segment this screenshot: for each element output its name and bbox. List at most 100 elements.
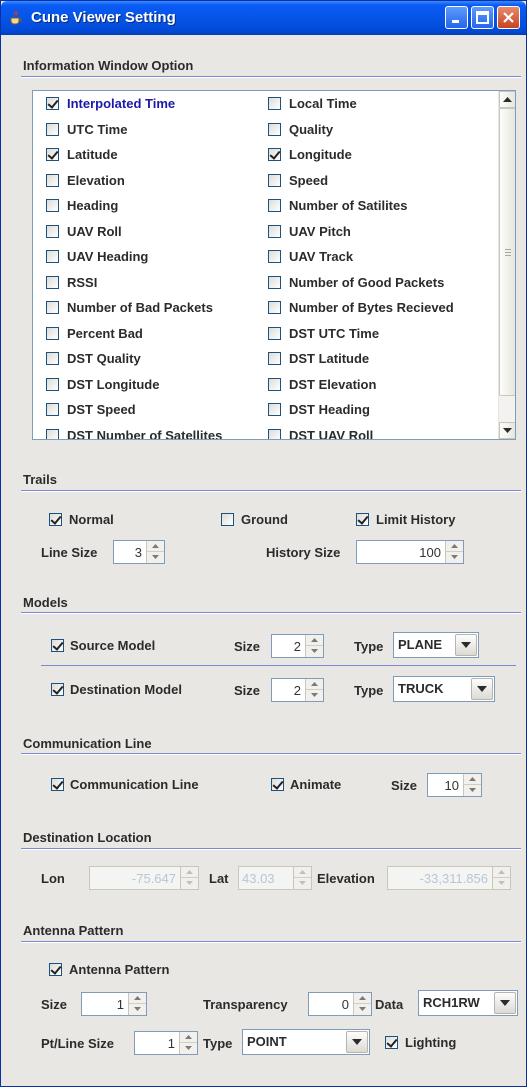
spinner-up-button[interactable] — [354, 993, 371, 1004]
pt-line-size-spinner[interactable]: 1 — [134, 1031, 198, 1055]
spinner-down-button[interactable] — [147, 552, 164, 563]
information-options-list[interactable]: Interpolated Time Local Time UTC Time Quali… — [32, 90, 516, 440]
close-button[interactable] — [497, 6, 520, 29]
spinner-down-button[interactable] — [306, 690, 323, 701]
spinner-up-button[interactable] — [180, 1032, 197, 1043]
checkbox-box — [268, 301, 281, 314]
dropdown-button[interactable] — [471, 678, 493, 700]
source-size-spinner[interactable]: 2 — [271, 634, 324, 658]
arrow-down-icon — [311, 649, 318, 653]
maximize-icon — [476, 11, 489, 24]
spinner-arrows[interactable] — [445, 541, 463, 563]
lon-spinner[interactable]: -75.647 — [89, 866, 199, 890]
checkbox-box — [268, 97, 281, 110]
spinner-arrows[interactable] — [179, 1032, 197, 1054]
spinner-down-button[interactable] — [446, 552, 463, 563]
spinner-down-button[interactable] — [493, 878, 510, 889]
spinner-arrows[interactable] — [305, 679, 323, 701]
spinner-up-button[interactable] — [306, 635, 323, 646]
option-label: DST Heading — [289, 402, 370, 417]
checkbox-box — [46, 199, 59, 212]
option-label: Heading — [67, 198, 119, 213]
lat-spinner[interactable]: 43.03 — [238, 866, 312, 890]
option-label: DST UAV Roll — [289, 427, 374, 440]
antenna-pattern-label: Antenna Pattern — [69, 962, 170, 977]
section-divider — [21, 848, 521, 850]
section-divider — [21, 753, 521, 755]
checkbox-box — [46, 352, 59, 365]
arrow-down-icon — [185, 1046, 192, 1050]
spinner-up-button[interactable] — [306, 679, 323, 690]
spinner-arrows[interactable] — [293, 867, 311, 889]
spinner-arrows[interactable] — [463, 774, 481, 796]
line-size-spinner[interactable]: 3 — [113, 540, 165, 564]
maximize-button[interactable] — [471, 6, 494, 29]
history-size-label: History Size — [266, 545, 341, 560]
communication-size-spinner[interactable]: 10 — [427, 773, 482, 797]
scroll-up-button[interactable] — [499, 91, 515, 108]
arrow-up-icon — [185, 1035, 192, 1039]
antenna-type-dropdown[interactable]: POINT — [242, 1029, 370, 1055]
minimize-button[interactable] — [445, 6, 468, 29]
spinner-down-button[interactable] — [294, 878, 311, 889]
checkbox-box — [385, 1036, 398, 1049]
scroll-down-button[interactable] — [499, 422, 515, 439]
checkbox-box — [46, 122, 59, 136]
dropdown-button[interactable] — [346, 1031, 368, 1053]
elevation-spinner[interactable]: -33,311.856 — [387, 866, 511, 890]
checkbox-box — [268, 428, 281, 439]
spinner-up-button[interactable] — [129, 993, 146, 1004]
ground-label: Ground — [241, 512, 288, 527]
arrow-down-icon — [451, 555, 458, 559]
pt-line-size-label: Pt/Line Size — [41, 1036, 114, 1051]
list-scrollbar[interactable] — [498, 91, 515, 439]
checkbox-box — [268, 148, 281, 161]
option-label: DST Speed — [67, 402, 136, 417]
spinner-arrows[interactable] — [146, 541, 164, 563]
spinner-up-button[interactable] — [294, 867, 311, 878]
spinner-arrows[interactable] — [180, 867, 198, 889]
spinner-down-button[interactable] — [181, 878, 198, 889]
title-bar[interactable]: Cune Viewer Setting — [1, 1, 526, 35]
lon-value: -75.647 — [131, 871, 176, 886]
spinner-down-button[interactable] — [129, 1004, 146, 1015]
settings-window: Cune Viewer Setting Information Window O… — [0, 0, 527, 1087]
spinner-down-button[interactable] — [306, 646, 323, 657]
spinner-up-button[interactable] — [147, 541, 164, 552]
spinner-up-button[interactable] — [464, 774, 481, 785]
checkbox-box — [46, 377, 59, 391]
destination-type-dropdown[interactable]: TRUCK — [393, 676, 495, 702]
spinner-up-button[interactable] — [181, 867, 198, 878]
option-label: UAV Track — [289, 249, 354, 264]
arrow-down-icon — [186, 881, 193, 885]
close-icon — [503, 12, 514, 23]
grip-line — [505, 255, 511, 256]
spinner-down-button[interactable] — [180, 1043, 197, 1054]
checkbox-box — [46, 326, 59, 340]
option-label: Number of Satilites — [289, 198, 408, 213]
arrow-up-icon — [359, 996, 366, 1000]
spinner-down-button[interactable] — [354, 1004, 371, 1015]
spinner-down-button[interactable] — [464, 785, 481, 796]
spinner-arrows[interactable] — [353, 993, 371, 1015]
transparency-label: Transparency — [203, 997, 288, 1012]
source-type-label: Type — [354, 639, 384, 654]
antenna-size-spinner[interactable]: 1 — [81, 992, 147, 1016]
dropdown-button[interactable] — [455, 634, 477, 656]
chevron-down-icon — [500, 1000, 510, 1006]
option-label: UTC Time — [67, 121, 128, 137]
spinner-up-button[interactable] — [446, 541, 463, 552]
destination-size-spinner[interactable]: 2 — [271, 678, 324, 702]
spinner-arrows[interactable] — [492, 867, 510, 889]
source-type-dropdown[interactable]: PLANE — [393, 632, 479, 658]
spinner-arrows[interactable] — [128, 993, 146, 1015]
dropdown-button[interactable] — [494, 992, 516, 1014]
transparency-spinner[interactable]: 0 — [308, 992, 372, 1016]
data-dropdown[interactable]: RCH1RW — [418, 990, 518, 1016]
history-size-spinner[interactable]: 100 — [356, 540, 464, 564]
scroll-thumb[interactable] — [499, 108, 515, 396]
spinner-up-button[interactable] — [493, 867, 510, 878]
antenna-type-value: POINT — [247, 1034, 287, 1049]
destination-model-label: Destination Model — [70, 682, 182, 697]
spinner-arrows[interactable] — [305, 635, 323, 657]
